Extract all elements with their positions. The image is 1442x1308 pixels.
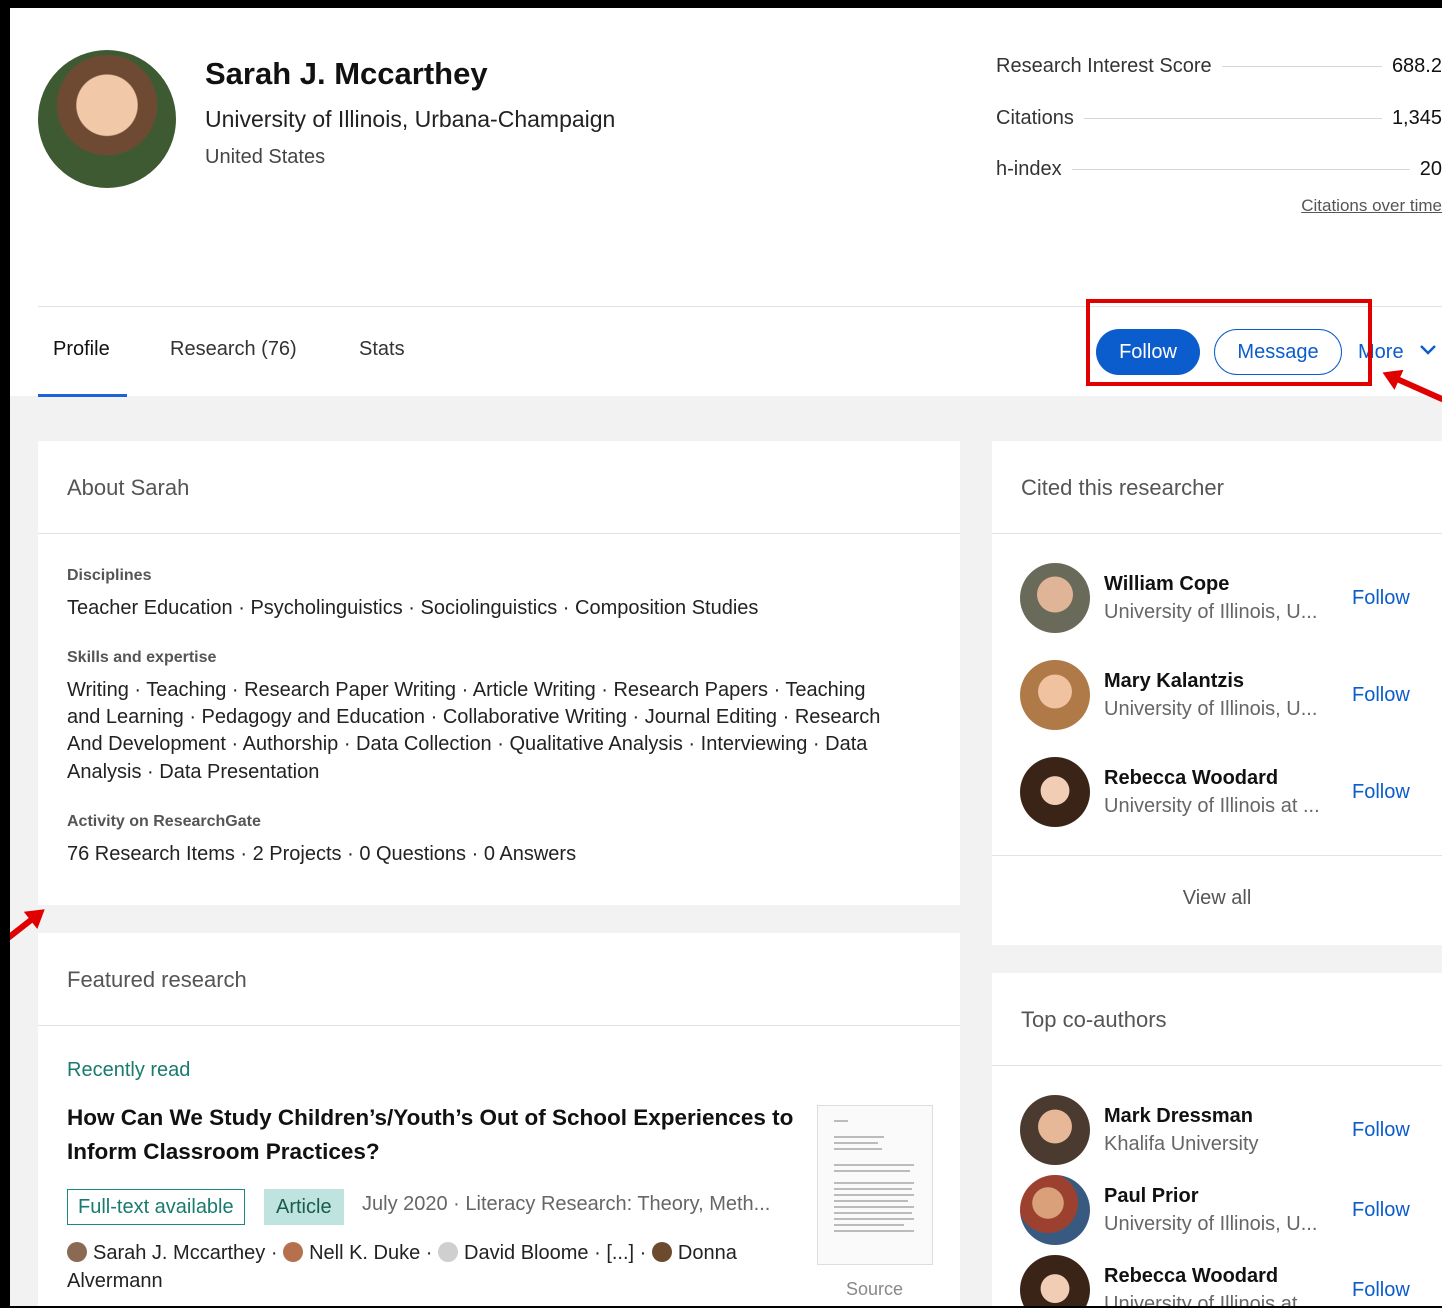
person-affiliation: University of Illinois at ... [1104,795,1320,817]
author-link[interactable]: Nell K. Duke [309,1242,420,1264]
paper-thumbnail[interactable] [817,1105,933,1265]
stat-value: 20 [1419,157,1442,180]
skills-line: and Learning · Pedagogy and Education · … [67,706,881,728]
article-type-badge: Article [264,1189,344,1225]
cited-title: Cited this researcher [1021,475,1224,500]
disciplines-list: Teacher Education · Psycholinguistics · … [67,597,759,619]
view-all-link[interactable]: View all [992,887,1442,910]
tab-stats[interactable]: Stats [359,338,405,361]
author-avatar [651,1242,672,1262]
cited-person: Rebecca Woodard University of Illinois a… [992,757,1432,829]
profile-institution[interactable]: University of Illinois, Urbana-Champaign [205,106,615,133]
person-avatar[interactable] [1020,757,1090,827]
source-label: Source [846,1279,904,1299]
person-name[interactable]: William Cope [1104,573,1229,596]
divider [992,533,1442,534]
featured-title: Featured research [67,967,247,992]
cited-person: Mary Kalantzis University of Illinois, U… [992,660,1432,732]
tab-divider [38,306,1442,307]
author-avatar [283,1242,304,1262]
coauthor-person: Mark Dressman Khalifa University Follow [992,1095,1432,1167]
author-link[interactable]: David Bloome [464,1242,589,1264]
author-avatar [67,1242,87,1262]
paper-authors: Sarah J. Mccarthey · Nell K. Duke · Davi… [67,1242,737,1292]
person-affiliation: University of Illinois at [1104,1293,1298,1306]
stat-h-index: h-index 20 [996,156,1442,182]
cited-researcher-card: Cited this researcher William Cope Unive… [992,441,1442,945]
person-avatar[interactable] [1020,1175,1090,1245]
person-affiliation: University of Illinois, U... [1104,1213,1318,1235]
coauthor-person: Rebecca Woodard University of Illinois a… [992,1255,1432,1306]
more-label: More [1358,341,1404,363]
person-affiliation: University of Illinois, U... [1104,698,1318,720]
disciplines-label: Disciplines [67,567,152,584]
profile-country: United States [205,146,326,168]
person-follow-button[interactable]: Follow [1352,1119,1410,1142]
author-link[interactable]: Sarah J. Mccarthey [93,1242,265,1264]
person-follow-button[interactable]: Follow [1352,1199,1410,1222]
paper-meta: July 2020 · Literacy Research: Theory, M… [362,1193,771,1215]
person-name[interactable]: Mark Dressman [1104,1105,1253,1128]
follow-button[interactable]: Follow [1096,329,1200,375]
paper-title-link[interactable]: How Can We Study Children’s/Youth’s Out … [67,1101,807,1169]
person-avatar[interactable] [1020,660,1090,730]
stat-leader [1221,65,1382,67]
stat-value: 1,345 [1391,106,1442,129]
recently-read-label: Recently read [67,1059,191,1081]
stat-research-interest: Research Interest Score 688.2 [996,53,1442,79]
skills-line: And Development · Authorship · Data Coll… [67,733,868,755]
coauthor-person: Paul Prior University of Illinois, U... … [992,1175,1432,1247]
skills-line: Writing · Teaching · Research Paper Writ… [67,679,866,701]
activity-summary: 76 Research Items · 2 Projects · 0 Quest… [67,843,577,865]
person-affiliation: University of Illinois, U... [1104,601,1318,623]
more-authors[interactable]: [...] [606,1242,634,1264]
tab-research[interactable]: Research (76) [170,338,297,361]
person-follow-button[interactable]: Follow [1352,684,1410,707]
person-name[interactable]: Paul Prior [1104,1185,1198,1208]
coauthors-title: Top co-authors [1021,1007,1167,1032]
person-name[interactable]: Rebecca Woodard [1104,767,1278,790]
person-name[interactable]: Mary Kalantzis [1104,670,1244,693]
divider [38,1025,960,1026]
cited-person: William Cope University of Illinois, U..… [992,563,1432,635]
stat-leader [1071,168,1410,170]
activity-label: Activity on ResearchGate [67,813,261,830]
page: Sarah J. Mccarthey University of Illinoi… [10,8,1442,1306]
person-affiliation: Khalifa University [1104,1133,1259,1155]
profile-name: Sarah J. Mccarthey [205,56,488,91]
stat-leader [1083,117,1382,119]
profile-avatar [38,50,176,188]
featured-research-card: Featured research Recently read How Can … [38,933,960,1306]
more-menu[interactable]: More [1358,341,1437,364]
person-name[interactable]: Rebecca Woodard [1104,1265,1278,1288]
stat-label: h-index [996,157,1062,180]
top-coauthors-card: Top co-authors Mark Dressman Khalifa Uni… [992,973,1442,1306]
skills-line: Analysis · Data Presentation [67,761,320,783]
active-tab-indicator [38,394,127,397]
about-card: About Sarah Disciplines Teacher Educatio… [38,441,960,905]
person-follow-button[interactable]: Follow [1352,781,1410,804]
person-follow-button[interactable]: Follow [1352,587,1410,610]
stat-value: 688.2 [1391,54,1442,77]
citations-over-time-link[interactable]: Citations over time [1301,196,1442,216]
person-avatar[interactable] [1020,563,1090,633]
divider [38,533,960,534]
divider [992,1065,1442,1066]
divider [992,855,1442,856]
author-avatar [438,1242,459,1262]
full-text-badge: Full-text available [67,1189,245,1225]
person-avatar[interactable] [1020,1255,1090,1306]
tab-profile[interactable]: Profile [53,338,110,361]
stat-citations: Citations 1,345 [996,105,1442,131]
chevron-down-icon [1420,345,1436,355]
message-button[interactable]: Message [1214,329,1342,375]
person-avatar[interactable] [1020,1095,1090,1165]
profile-header: Sarah J. Mccarthey University of Illinoi… [10,8,1442,397]
about-title: About Sarah [67,475,190,500]
skills-label: Skills and expertise [67,649,217,666]
stat-label: Citations [996,106,1074,129]
person-follow-button[interactable]: Follow [1352,1279,1410,1302]
stat-label: Research Interest Score [996,54,1212,77]
